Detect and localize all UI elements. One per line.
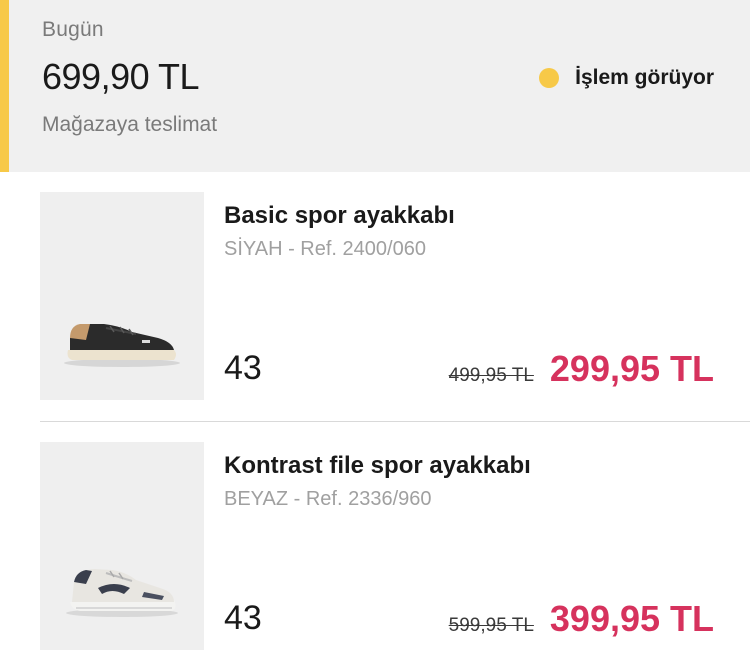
status-dot-icon [539, 68, 560, 88]
original-price: 499,95 TL [448, 365, 534, 386]
product-size: 43 [224, 599, 262, 637]
white-sneaker-image [66, 569, 178, 617]
original-price: 599,95 TL [448, 615, 534, 636]
product-image[interactable] [40, 442, 204, 650]
price-block: 499,95 TL 299,95 TL [449, 348, 714, 390]
product-reference: BEYAZ - Ref. 2336/960 [224, 488, 432, 510]
order-status-text: İşlem görüyor [575, 66, 714, 89]
sale-price: 399,95 TL [549, 598, 714, 639]
order-item[interactable]: Basic spor ayakkabı SİYAH - Ref. 2400/06… [0, 172, 750, 422]
black-sneaker-image [64, 324, 180, 367]
order-status: İşlem görüyor [539, 66, 714, 90]
price-block: 599,95 TL 399,95 TL [449, 598, 714, 640]
product-reference: SİYAH - Ref. 2400/060 [224, 238, 426, 260]
product-size: 43 [224, 349, 262, 387]
order-item[interactable]: Kontrast file spor ayakkabı BEYAZ - Ref.… [0, 422, 750, 660]
order-total: 699,90 TL [42, 56, 199, 97]
sale-price: 299,95 TL [549, 348, 714, 389]
product-image[interactable] [40, 192, 204, 400]
order-summary-header[interactable]: Bugün 699,90 TL Mağazaya teslimat İşlem … [0, 0, 750, 172]
product-name[interactable]: Basic spor ayakkabı [224, 202, 455, 230]
status-accent-bar [0, 0, 9, 172]
product-name[interactable]: Kontrast file spor ayakkabı [224, 452, 531, 480]
order-date-label: Bugün [42, 18, 104, 41]
delivery-type-label: Mağazaya teslimat [42, 113, 218, 136]
